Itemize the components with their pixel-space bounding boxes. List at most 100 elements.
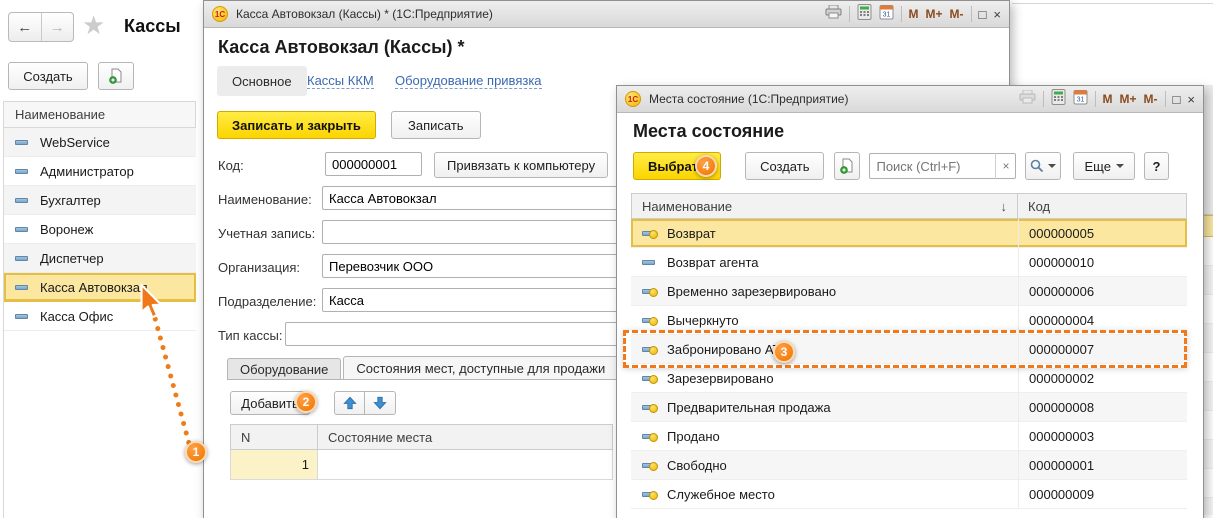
background-window-fragment bbox=[1203, 85, 1213, 518]
print-icon[interactable] bbox=[1019, 90, 1036, 109]
create-by-copy-button[interactable] bbox=[834, 152, 860, 180]
bind-to-computer-button[interactable]: Привязать к компьютеру bbox=[434, 152, 608, 178]
list-item-label: Бухгалтер bbox=[40, 193, 101, 208]
search-input[interactable] bbox=[870, 155, 995, 177]
dialog-title: Места состояние (1С:Предприятие) bbox=[649, 92, 848, 106]
seat-states-table: N Состояние места 1 bbox=[230, 424, 613, 480]
table-row-outlined[interactable]: Забронировано АТП000000007 bbox=[631, 335, 1187, 364]
favorite-star-icon[interactable]: ★ bbox=[82, 10, 105, 41]
calendar-icon[interactable]: 31 bbox=[1073, 89, 1088, 110]
titlebar-separator bbox=[1043, 91, 1044, 107]
1c-logo-icon: 1С bbox=[212, 6, 228, 22]
tab-main[interactable]: Основное bbox=[217, 66, 307, 96]
table-row[interactable]: Свободно000000001 bbox=[631, 451, 1187, 480]
calculator-icon[interactable] bbox=[857, 4, 872, 25]
table-row[interactable]: 1 bbox=[230, 450, 613, 480]
help-button[interactable]: ? bbox=[1144, 152, 1169, 180]
code-field[interactable] bbox=[325, 152, 422, 176]
table-row[interactable]: Продано000000003 bbox=[631, 422, 1187, 451]
cell-state[interactable] bbox=[318, 450, 612, 479]
item-icon bbox=[15, 256, 28, 261]
table-row[interactable]: Служебное место000000009 bbox=[631, 480, 1187, 509]
back-button[interactable]: ← bbox=[9, 13, 42, 41]
item-icon bbox=[642, 405, 655, 410]
print-icon[interactable] bbox=[825, 5, 842, 24]
item-icon bbox=[642, 492, 655, 497]
create-button[interactable]: Создать bbox=[8, 62, 88, 90]
row-name: Зарезервировано bbox=[667, 371, 774, 386]
close-button[interactable]: × bbox=[993, 7, 1001, 22]
memory-minus-button[interactable]: M- bbox=[950, 7, 964, 21]
item-icon bbox=[15, 285, 28, 290]
form-window-titlebar[interactable]: 1С Касса Автовокзал (Кассы) * (1С:Предпр… bbox=[204, 1, 1009, 28]
left-panel: ← → ★ Кассы Создать Наименование WebServ… bbox=[0, 0, 203, 518]
sort-descending-icon[interactable]: ↓ bbox=[1001, 199, 1008, 214]
list-item[interactable]: WebService bbox=[4, 128, 196, 157]
close-button[interactable]: × bbox=[1187, 92, 1195, 107]
copy-new-icon bbox=[108, 68, 124, 84]
arrow-down-icon bbox=[373, 396, 387, 410]
table-row[interactable]: Зарезервировано000000002 bbox=[631, 364, 1187, 393]
table-row[interactable]: Вычеркнуто000000004 bbox=[631, 306, 1187, 335]
page-title: Кассы bbox=[124, 16, 181, 37]
list-item[interactable]: Касса Офис bbox=[4, 302, 196, 331]
subtab-seat-states[interactable]: Состояния мест, доступные для продажи bbox=[343, 356, 618, 380]
list-item[interactable]: Бухгалтер bbox=[4, 186, 196, 215]
chevron-down-icon bbox=[1048, 164, 1056, 168]
column-header-code[interactable]: Код bbox=[1017, 194, 1186, 218]
row-name: Вычеркнуто bbox=[667, 313, 739, 328]
row-code: 000000006 bbox=[1018, 277, 1187, 305]
column-header-n[interactable]: N bbox=[231, 425, 318, 449]
move-up-button[interactable] bbox=[334, 391, 365, 415]
list-item-label: Воронеж bbox=[40, 222, 93, 237]
1c-logo-icon: 1С bbox=[625, 91, 641, 107]
row-name: Свободно bbox=[667, 458, 727, 473]
row-name: Предварительная продажа bbox=[667, 400, 831, 415]
tab-kkm[interactable]: Кассы ККМ bbox=[307, 73, 374, 89]
subtab-equipment[interactable]: Оборудование bbox=[227, 358, 341, 380]
row-code: 000000003 bbox=[1018, 422, 1187, 450]
save-button[interactable]: Записать bbox=[391, 111, 481, 139]
table-row-selected[interactable]: Возврат000000005 bbox=[631, 219, 1187, 248]
clear-search-icon[interactable]: × bbox=[995, 153, 1015, 179]
svg-text:31: 31 bbox=[1076, 96, 1084, 103]
create-by-copy-button[interactable] bbox=[98, 62, 134, 90]
list-item[interactable]: Диспетчер bbox=[4, 244, 196, 273]
create-button[interactable]: Создать bbox=[745, 152, 824, 180]
search-options-button[interactable] bbox=[1025, 152, 1061, 180]
item-icon bbox=[642, 318, 655, 323]
tab-equipment-binding[interactable]: Оборудование привязка bbox=[395, 73, 542, 89]
calculator-icon[interactable] bbox=[1051, 89, 1066, 110]
dialog-heading: Места состояние bbox=[633, 121, 784, 142]
dialog-titlebar[interactable]: 1С Места состояние (1С:Предприятие) 31 M… bbox=[617, 86, 1203, 113]
titlebar-separator bbox=[971, 6, 972, 22]
item-icon bbox=[15, 198, 28, 203]
list-item[interactable]: Администратор bbox=[4, 157, 196, 186]
cell-n[interactable]: 1 bbox=[231, 450, 318, 479]
list-column-header[interactable]: Наименование bbox=[3, 101, 196, 128]
calendar-icon[interactable]: 31 bbox=[879, 4, 894, 25]
maximize-button[interactable]: □ bbox=[1173, 92, 1181, 107]
table-row[interactable]: Возврат агента000000010 bbox=[631, 248, 1187, 277]
maximize-button[interactable]: □ bbox=[979, 7, 987, 22]
table-row[interactable]: Предварительная продажа000000008 bbox=[631, 393, 1187, 422]
more-button-label: Еще bbox=[1084, 159, 1110, 174]
item-icon bbox=[642, 463, 655, 468]
column-header-name[interactable]: Наименование ↓ bbox=[632, 194, 1017, 218]
save-and-close-button[interactable]: Записать и закрыть bbox=[217, 111, 376, 139]
row-name: Служебное место bbox=[667, 487, 775, 502]
arrow-up-icon bbox=[343, 396, 357, 410]
memory-plus-button[interactable]: M+ bbox=[926, 7, 943, 21]
table-row[interactable]: Временно зарезервировано000000006 bbox=[631, 277, 1187, 306]
more-button[interactable]: Еще bbox=[1073, 152, 1134, 180]
annotation-badge-2: 2 bbox=[295, 391, 317, 413]
move-down-button[interactable] bbox=[365, 391, 396, 415]
list-item-selected[interactable]: Касса Автовокзал bbox=[4, 273, 196, 302]
list-item[interactable]: Воронеж bbox=[4, 215, 196, 244]
forward-button[interactable]: → bbox=[42, 13, 74, 41]
memory-plus-button[interactable]: M+ bbox=[1120, 92, 1137, 106]
memory-button[interactable]: M bbox=[1103, 92, 1113, 106]
memory-minus-button[interactable]: M- bbox=[1144, 92, 1158, 106]
memory-button[interactable]: M bbox=[909, 7, 919, 21]
column-header-state[interactable]: Состояние места bbox=[318, 425, 612, 449]
